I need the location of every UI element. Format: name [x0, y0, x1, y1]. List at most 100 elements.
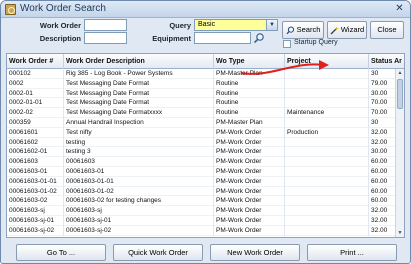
cell-work-order: 00061602	[7, 137, 64, 148]
print-button[interactable]: Print ...	[307, 244, 397, 261]
table-row[interactable]: 00061602-01 testing 3 PM-Work Order 30.00	[7, 147, 396, 158]
cell-description: Test Messaging Date Format	[64, 88, 214, 99]
table-row[interactable]: 00061603-01-02 00061603-01-02 PM-Work Orde…	[7, 186, 396, 197]
cell-description: Test Messaging Date Format	[64, 78, 214, 89]
grid-header: Work Order # Work Order Description Wo T…	[7, 54, 404, 69]
cell-status: 30	[369, 117, 396, 128]
cell-description: 00061603-01-02	[64, 186, 214, 197]
table-row[interactable]: 0002-02 Test Messaging Date Formatxxxx Rou…	[7, 108, 396, 118]
work-order-input[interactable]	[84, 19, 127, 31]
table-row[interactable]: 00061603-sj-02 00061603-sj-02 PM-Work Orde…	[7, 225, 396, 236]
table-row[interactable]: 00061603 00061603 PM-Work Order 60.00	[7, 157, 396, 167]
work-order-label: Work Order	[39, 21, 81, 30]
cell-status: 60.00	[369, 186, 396, 197]
table-row[interactable]: 000102 Rig 385 - Log Book - Power Systems…	[7, 69, 396, 79]
cell-work-order: 00061602-01	[7, 147, 64, 158]
cell-project	[285, 88, 369, 99]
cell-status: 32.00	[369, 206, 396, 216]
cell-work-order: 0002-02	[7, 108, 64, 118]
cell-status: 70.00	[369, 108, 396, 118]
cell-wo-type: PM-Work Order	[214, 176, 285, 187]
cell-project	[285, 176, 369, 187]
cell-project: Maintenance	[285, 108, 369, 118]
column-header-status[interactable]: Status Ar	[369, 54, 404, 69]
cell-description: Test Messaging Date Formatxxxx	[64, 108, 214, 118]
table-row[interactable]: 00061603-01 00061603-01 PM-Work Order 60.00	[7, 166, 396, 177]
cell-project	[285, 157, 369, 167]
column-header-description[interactable]: Work Order Description	[64, 54, 214, 69]
close-button[interactable]: Close	[370, 21, 404, 39]
cell-wo-type: PM-Work Order	[214, 147, 285, 158]
scroll-down-icon[interactable]: ▼	[396, 229, 404, 237]
table-row[interactable]: 0002 Test Messaging Date Format Routine 79.…	[7, 78, 396, 89]
cell-work-order: 00061601	[7, 127, 64, 138]
cell-wo-type: PM-Master Plan	[214, 117, 285, 128]
cell-wo-type: Routine	[214, 98, 285, 109]
lookup-magnifier-icon[interactable]	[253, 32, 265, 44]
cell-status: 32.00	[369, 215, 396, 226]
table-row[interactable]: 00061601 Test nifty PM-Work Order Productio…	[7, 127, 396, 138]
scroll-up-icon[interactable]: ▲	[396, 69, 404, 77]
table-row[interactable]: 0002-01-01 Test Messaging Date Format Rout…	[7, 98, 396, 109]
quick-work-order-button[interactable]: Quick Work Order	[113, 244, 203, 261]
search-button[interactable]: Search	[282, 21, 324, 39]
red-annotation-arrow-icon	[240, 60, 329, 75]
equipment-label: Equipment	[152, 34, 191, 43]
wizard-button-label: Wizard	[340, 25, 365, 34]
vertical-scrollbar[interactable]: ▲ ▼	[395, 69, 404, 237]
chevron-down-icon[interactable]: ▼	[266, 20, 277, 30]
cell-work-order: 00061603-01-01	[7, 176, 64, 187]
table-row[interactable]: 00061603-02 00061603-02 for testing chang…	[7, 196, 396, 207]
cell-wo-type: PM-Work Order	[214, 166, 285, 177]
cell-project	[285, 78, 369, 89]
cell-project	[285, 98, 369, 109]
title-bar[interactable]: Work Order Search ✕	[1, 1, 410, 18]
table-row[interactable]: 00061603-01-01 00061603-01-01 PM-Work Orde…	[7, 176, 396, 187]
cell-work-order: 00061603-sj-02	[7, 225, 64, 236]
cell-description: Test nifty	[64, 127, 214, 138]
app-icon	[5, 4, 16, 15]
search-button-label: Search	[296, 25, 321, 34]
cell-project	[285, 147, 369, 158]
cell-description: 00061603-01-01	[64, 176, 214, 187]
startup-query-checkbox[interactable]	[283, 40, 291, 48]
cell-work-order: 00061603	[7, 157, 64, 167]
new-work-order-button[interactable]: New Work Order	[210, 244, 300, 261]
cell-status: 32.00	[369, 137, 396, 148]
cell-wo-type: PM-Work Order	[214, 186, 285, 197]
cell-wo-type: PM-Work Order	[214, 127, 285, 138]
query-select[interactable]: Basic ▼	[194, 19, 278, 31]
cell-work-order: 00061603-01	[7, 166, 64, 177]
table-row[interactable]: 0002-01 Test Messaging Date Format Routine…	[7, 88, 396, 99]
cell-status: 32.00	[369, 127, 396, 138]
table-row[interactable]: 00061603-sj-01 00061603-sj-01 PM-Work Orde…	[7, 215, 396, 226]
cell-work-order: 00061603-sj-01	[7, 215, 64, 226]
column-header-work-order[interactable]: Work Order #	[7, 54, 64, 69]
description-input[interactable]	[84, 32, 127, 44]
table-row[interactable]: 00061602 testing PM-Work Order 32.00	[7, 137, 396, 148]
cell-wo-type: PM-Work Order	[214, 215, 285, 226]
cell-status: 60.00	[369, 176, 396, 187]
table-row[interactable]: 00061603-sj 00061603-sj PM-Work Order 32.00	[7, 206, 396, 216]
cell-work-order: 0002	[7, 78, 64, 89]
grid-rows: 000102 Rig 385 - Log Book - Power Systems…	[7, 69, 396, 236]
cell-description: 00061603-sj-01	[64, 215, 214, 226]
cell-work-order: 000359	[7, 117, 64, 128]
cell-description: Annual Handrail Inspection	[64, 117, 214, 128]
go-to-button[interactable]: Go To ...	[16, 244, 106, 261]
window-title: Work Order Search	[20, 3, 106, 14]
query-label: Query	[169, 21, 191, 30]
scroll-thumb[interactable]	[397, 79, 403, 109]
cell-wo-type: PM-Work Order	[214, 157, 285, 167]
cell-description: 00061603-02 for testing changes	[64, 196, 214, 207]
table-row[interactable]: 000359 Annual Handrail Inspection PM-Maste…	[7, 117, 396, 128]
cell-wo-type: PM-Work Order	[214, 206, 285, 216]
equipment-input[interactable]	[194, 32, 251, 44]
cell-project	[285, 206, 369, 216]
cell-description: testing	[64, 137, 214, 148]
cell-description: Test Messaging Date Format	[64, 98, 214, 109]
window-close-icon[interactable]: ✕	[393, 3, 406, 15]
wizard-button[interactable]: Wizard	[327, 21, 367, 39]
cell-status: 60.00	[369, 196, 396, 207]
cell-status: 60.00	[369, 166, 396, 177]
